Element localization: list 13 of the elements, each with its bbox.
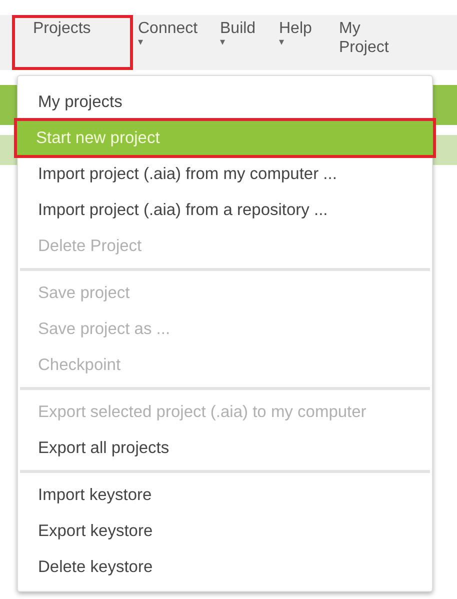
caret-icon: ▾ xyxy=(279,38,284,48)
menu-item[interactable]: Import keystore xyxy=(18,477,432,513)
menu-tab[interactable]: Build ▾ xyxy=(199,15,279,70)
menu-tab[interactable]: My Project xyxy=(339,15,399,70)
caret-icon: ▾ xyxy=(138,38,143,48)
menu-item[interactable]: My projects xyxy=(18,84,432,120)
menu-item[interactable]: Import project (.aia) from my computer ... xyxy=(18,156,432,192)
menu-item[interactable]: Import project (.aia) from a repository ... xyxy=(18,192,432,228)
menu-tab[interactable]: Help ▾ xyxy=(279,15,339,70)
caret-icon: ▾ xyxy=(220,38,225,48)
menu-item[interactable]: Export all projects xyxy=(18,430,432,466)
menu-item[interactable]: Delete keystore xyxy=(18,549,432,585)
menu-item[interactable]: Export keystore xyxy=(18,513,432,549)
